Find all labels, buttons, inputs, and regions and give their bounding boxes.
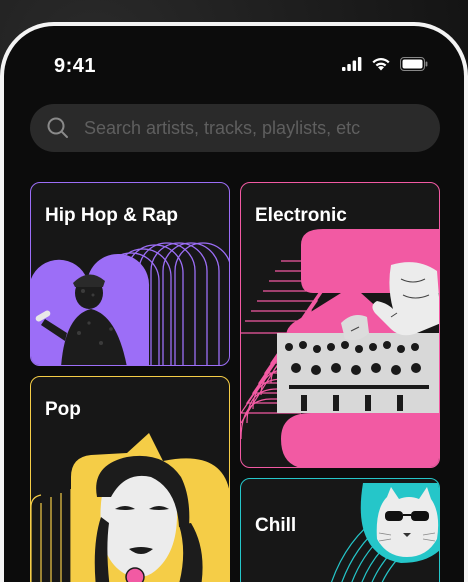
genre-card-label: Hip Hop & Rap bbox=[45, 205, 178, 226]
search-bar[interactable] bbox=[30, 104, 440, 152]
genre-card-hip-hop-rap[interactable]: Hip Hop & Rap bbox=[30, 182, 230, 366]
phone-frame: 9:41 Search artists, tracks, playlists, … bbox=[0, 22, 468, 582]
wifi-icon bbox=[371, 57, 391, 76]
genre-card-pop[interactable]: Pop bbox=[30, 376, 230, 582]
genre-card-label: Pop bbox=[45, 399, 81, 420]
genre-card-electronic[interactable]: Electronic bbox=[240, 182, 440, 468]
genre-card-chill[interactable]: Chill bbox=[240, 478, 440, 582]
cellular-signal-icon bbox=[342, 57, 362, 76]
genre-card-label: Chill bbox=[255, 515, 297, 536]
status-time: 9:41 bbox=[54, 55, 97, 77]
status-bar: 9:41 bbox=[4, 26, 464, 106]
search-input[interactable] bbox=[82, 116, 426, 140]
search-icon bbox=[46, 116, 70, 140]
genre-card-label: Electronic bbox=[255, 205, 347, 226]
battery-icon bbox=[400, 57, 428, 76]
status-icons bbox=[342, 57, 428, 76]
